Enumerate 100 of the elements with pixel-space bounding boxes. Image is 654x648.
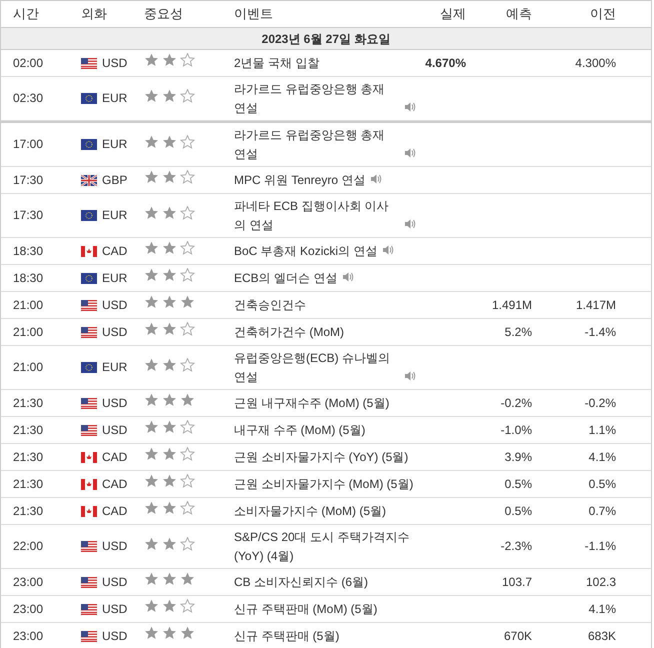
previous-value: 102.3 xyxy=(586,574,616,588)
star-icon xyxy=(144,572,159,586)
star-outline-icon xyxy=(180,420,195,434)
forecast-value: 1.491M xyxy=(492,298,532,312)
star-icon xyxy=(162,501,177,515)
time-cell: 17:30 xyxy=(13,208,44,222)
time-cell: 21:30 xyxy=(13,476,44,490)
star-icon xyxy=(144,447,159,461)
flag-icon xyxy=(81,272,97,284)
column-header: 외화 xyxy=(81,6,107,22)
event-name: 신규 주택판매 (5월) xyxy=(234,628,340,645)
star-icon xyxy=(144,322,159,336)
event-name: 신규 주택판매 (MoM) (5월) xyxy=(234,600,378,618)
time-cell: 23:00 xyxy=(13,574,44,588)
star-icon xyxy=(144,134,159,148)
time-cell: 21:00 xyxy=(13,298,44,312)
star-icon xyxy=(162,206,177,220)
currency-code: CAD xyxy=(102,448,128,466)
previous-value: 4.1% xyxy=(588,450,616,464)
currency-code: CAD xyxy=(102,476,128,492)
currency-code: USD xyxy=(102,422,128,438)
time-cell: 21:30 xyxy=(13,504,44,518)
previous-value: 4.300% xyxy=(575,56,616,70)
currency-code: USD xyxy=(102,574,128,590)
time-cell: 18:30 xyxy=(13,270,44,284)
event-name: 소비자물가지수 (MoM) (5월) xyxy=(234,502,386,520)
star-icon xyxy=(162,536,177,550)
star-icon xyxy=(144,474,159,488)
time-cell: 21:00 xyxy=(13,360,44,374)
star-outline-icon xyxy=(180,241,195,255)
time-cell: 23:00 xyxy=(13,628,44,642)
star-icon xyxy=(144,53,159,67)
forecast-value: -1.0% xyxy=(500,422,532,436)
event-name: BoC 부총재 Kozicki의 연설 xyxy=(234,242,378,260)
star-icon xyxy=(162,268,177,282)
flag-icon xyxy=(81,58,97,68)
forecast-value: 0.5% xyxy=(504,504,532,518)
flag-icon xyxy=(81,541,97,552)
previous-value: 1.417M xyxy=(576,298,616,312)
forecast-value: 103.7 xyxy=(502,574,532,588)
event-name: ECB의 엘더슨 연설 xyxy=(234,270,338,287)
time-cell: 21:00 xyxy=(13,324,44,338)
star-outline-icon xyxy=(180,358,195,372)
previous-value: -0.2% xyxy=(584,396,616,410)
star-icon xyxy=(144,170,159,184)
column-header: 이벤트 xyxy=(234,6,273,22)
currency-code: USD xyxy=(102,538,128,555)
event-name: 라가르드 유럽중앙은행 총재 연설 xyxy=(234,81,386,116)
previous-value: 4.1% xyxy=(588,602,616,616)
flag-icon xyxy=(81,604,97,614)
column-header: 예측 xyxy=(506,6,532,22)
flag-icon xyxy=(81,362,97,373)
star-icon xyxy=(162,474,177,488)
event-name: 건축승인건수 xyxy=(234,296,306,314)
forecast-value: 670K xyxy=(504,628,532,642)
event-name: 내구재 수주 (MoM) (5월) xyxy=(234,422,366,439)
currency-code: USD xyxy=(102,600,128,618)
star-icon xyxy=(162,626,177,640)
previous-value: 0.5% xyxy=(588,476,616,490)
currency-code: EUR xyxy=(102,359,128,376)
star-icon xyxy=(180,572,195,586)
star-icon xyxy=(144,599,159,613)
currency-code: EUR xyxy=(102,90,128,107)
currency-code: EUR xyxy=(102,270,128,286)
star-icon xyxy=(162,358,177,372)
star-icon xyxy=(162,393,177,407)
actual-value: 4.670% xyxy=(425,56,466,70)
star-icon xyxy=(144,358,159,372)
star-outline-icon xyxy=(180,501,195,515)
time-cell: 21:30 xyxy=(13,422,44,436)
currency-code: USD xyxy=(102,296,128,314)
star-icon xyxy=(144,295,159,309)
event-name: 근원 소비자물가지수 (YoY) (5월) xyxy=(234,448,408,466)
flag-icon xyxy=(81,478,97,490)
event-name: 근원 소비자물가지수 (MoM) (5월) xyxy=(234,476,414,493)
column-header: 중요성 xyxy=(144,6,183,22)
star-outline-icon xyxy=(180,88,195,102)
currency-code: USD xyxy=(102,628,128,644)
star-outline-icon xyxy=(180,474,195,488)
forecast-value: 3.9% xyxy=(504,450,532,464)
star-outline-icon xyxy=(180,447,195,461)
star-icon xyxy=(180,626,195,640)
currency-code: EUR xyxy=(102,207,128,224)
star-outline-icon xyxy=(180,53,195,67)
star-icon xyxy=(144,88,159,102)
event-name: MPC 위원 Tenreyro 연설 xyxy=(234,172,366,189)
time-cell: 17:30 xyxy=(13,172,44,186)
time-cell: 17:00 xyxy=(13,137,44,151)
star-icon xyxy=(162,134,177,148)
star-icon xyxy=(162,53,177,67)
event-name: 2년물 국채 입찰 xyxy=(234,54,320,72)
star-outline-icon xyxy=(180,268,195,282)
currency-code: EUR xyxy=(102,136,128,153)
star-icon xyxy=(162,170,177,184)
time-cell: 21:30 xyxy=(13,450,44,464)
star-outline-icon xyxy=(180,170,195,184)
flag-icon xyxy=(81,93,97,104)
event-name: 유럽중앙은행(ECB) 슈나벨의 연설 xyxy=(234,350,391,386)
time-cell: 23:00 xyxy=(13,602,44,616)
time-cell: 02:30 xyxy=(13,91,44,105)
